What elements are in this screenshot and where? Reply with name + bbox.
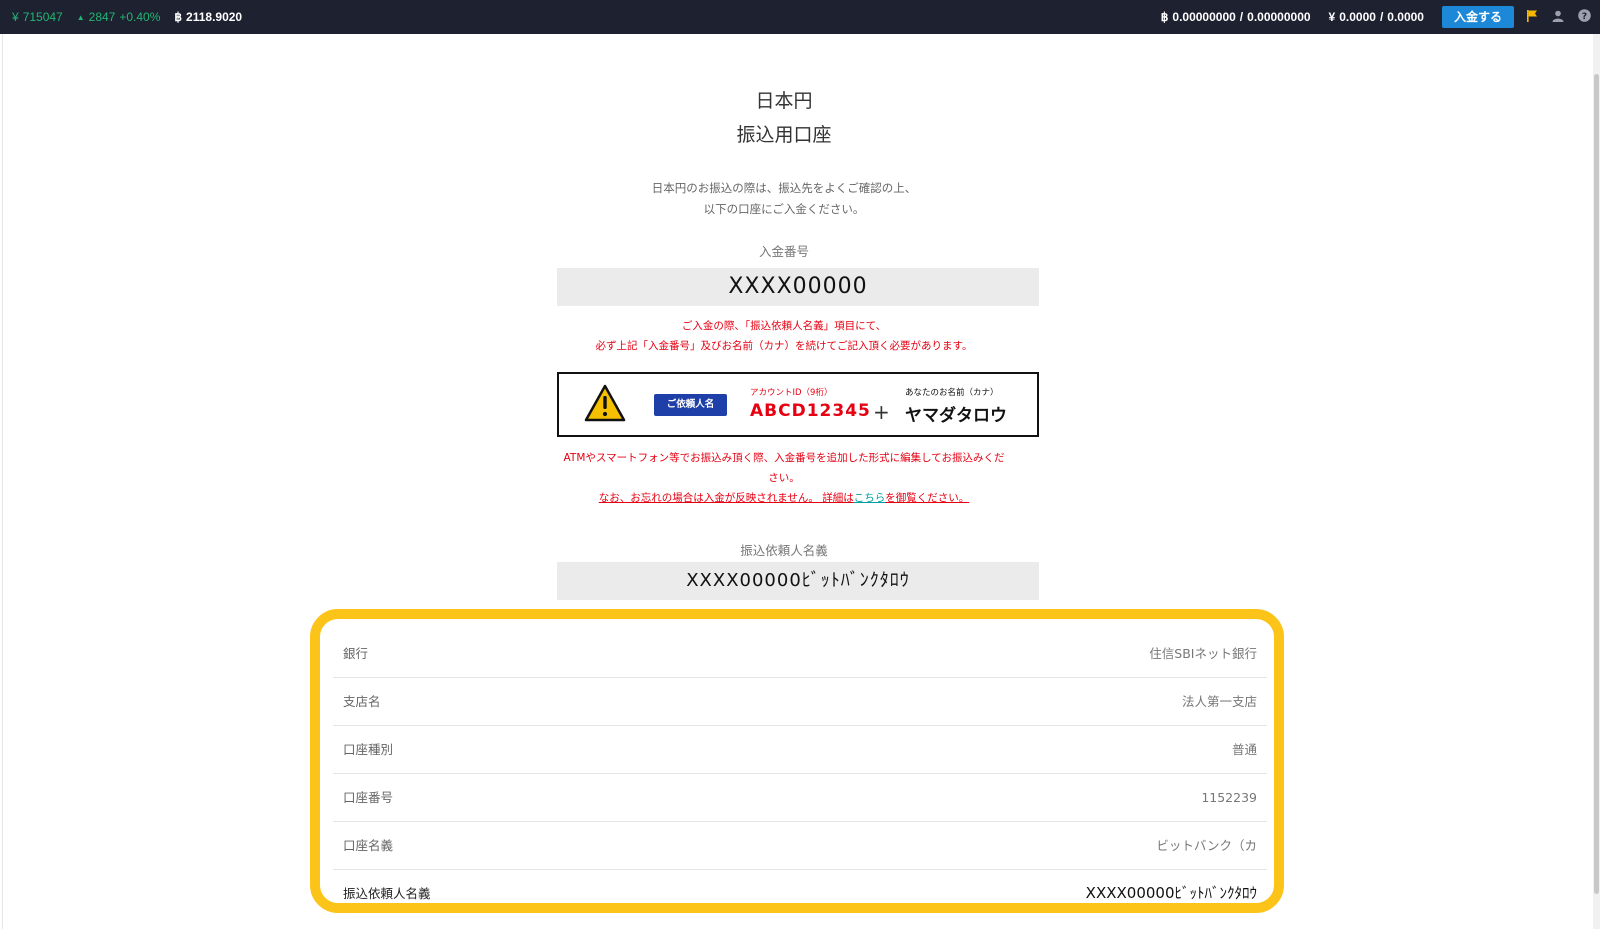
requester-row-value[interactable]: XXXX00000ﾋﾞｯﾄﾊﾞﾝｸﾀﾛｳ <box>1086 870 1257 917</box>
bank-label: 銀行 <box>343 646 369 661</box>
deposit-number-value[interactable]: XXXX00000 <box>557 268 1039 306</box>
warning-notice: ご入金の際、「振込依頼人名義」項目にて、 必ず上記「入金番号」及びお名前（カナ）… <box>0 316 1568 356</box>
change-percent: +0.40% <box>119 10 161 24</box>
bitcoin-icon: ฿ <box>174 10 183 24</box>
requester-name-label: 振込依頼人名義 <box>740 543 828 558</box>
jpy-price[interactable]: ¥ 715047 <box>12 10 63 24</box>
btc-volume: ฿ 2118.9020 <box>174 10 242 24</box>
account-holder-label: 口座名義 <box>343 838 394 853</box>
requester-name-badge: ご依頼人名 <box>654 394 727 416</box>
account-type-value[interactable]: 普通 <box>1232 726 1257 773</box>
page-title-currency: 日本円 <box>755 90 813 112</box>
scrollbar[interactable] <box>1593 34 1600 929</box>
jpy-balance: ¥ 0.0000 / 0.0000 <box>1329 10 1424 24</box>
table-row: 口座種別 普通 <box>333 726 1267 774</box>
intro-line: 以下の口座にご入金ください。 <box>703 202 865 216</box>
account-id-value: ABCD12345 <box>750 401 871 421</box>
plus-icon: + <box>873 400 890 424</box>
page-title: 振込用口座 <box>736 124 832 146</box>
ticker-group: ¥ 715047 ▲ 2847 +0.40% ฿ 2118.9020 <box>12 0 242 34</box>
atm-notice-detail-post: を御覧ください。 <box>885 492 970 504</box>
warning-line: 必ず上記「入金番号」及びお名前（カナ）を続けてご記入頂く必要があります。 <box>595 340 973 352</box>
account-number-label: 口座番号 <box>343 790 394 805</box>
yen-icon: ¥ <box>12 10 19 24</box>
kana-name-value: ヤマダタロウ <box>905 406 1007 426</box>
bank-info-table: 銀行 住信SBIネット銀行 支店名 法人第一支店 口座種別 普通 口座番号 11… <box>333 630 1267 917</box>
top-bar: ¥ 715047 ▲ 2847 +0.40% ฿ 2118.9020 ฿ 0.0… <box>0 0 1600 34</box>
btc-volume-value: 2118.9020 <box>186 10 243 24</box>
account-id-label: アカウントID（9桁） <box>750 388 833 398</box>
bank-value[interactable]: 住信SBIネット銀行 <box>1149 630 1257 677</box>
table-row: 口座番号 1152239 <box>333 774 1267 822</box>
intro-line: 日本円のお振込の際は、振込先をよくご確認の上、 <box>651 181 917 195</box>
table-row: 銀行 住信SBIネット銀行 <box>333 630 1267 678</box>
table-row: 支店名 法人第一支店 <box>333 678 1267 726</box>
btc-balance-value: 0.00000000 <box>1172 10 1236 24</box>
separator: / <box>1239 10 1244 24</box>
btc-balance: ฿ 0.00000000 / 0.00000000 <box>1161 10 1311 24</box>
requester-row-label: 振込依頼人名義 <box>343 886 431 901</box>
table-row: 振込依頼人名義 XXXX00000ﾋﾞｯﾄﾊﾞﾝｸﾀﾛｳ <box>333 870 1267 917</box>
account-type-label: 口座種別 <box>343 742 394 757</box>
branch-value[interactable]: 法人第一支店 <box>1182 678 1257 725</box>
jpy-balance-value: 0.0000 <box>1339 10 1376 24</box>
deposit-button[interactable]: 入金する <box>1441 6 1514 28</box>
btc-available-value: 0.00000000 <box>1247 10 1311 24</box>
warning-line: ご入金の際、「振込依頼人名義」項目にて、 <box>681 320 887 332</box>
warning-icon <box>584 384 626 426</box>
deposit-number-label: 入金番号 <box>758 244 809 259</box>
up-arrow-icon: ▲ <box>76 12 85 22</box>
atm-notice-detail: なお、お忘れの場合は入金が反映されません。 詳細はこちらを御覧ください。 <box>0 488 1568 508</box>
price-change: ▲ 2847 +0.40% <box>77 10 161 24</box>
jpy-available-value: 0.0000 <box>1387 10 1424 24</box>
yen-icon: ¥ <box>1328 10 1336 24</box>
requester-name-value[interactable]: XXXX00000ﾋﾞｯﾄﾊﾞﾝｸﾀﾛｳ <box>557 562 1039 600</box>
atm-notice: ATMやスマートフォン等でお振込み頂く際、入金番号を追加した形式に編集してお振込… <box>0 448 1568 508</box>
table-row: 口座名義 ビットバンク（カ <box>333 822 1267 870</box>
kana-name-label: あなたのお名前（カナ） <box>905 388 999 398</box>
flag-icon[interactable] <box>1524 9 1540 25</box>
account-holder-value[interactable]: ビットバンク（カ <box>1156 822 1257 869</box>
atm-notice-detail-pre: なお、お忘れの場合は入金が反映されません。 詳細は <box>598 492 854 504</box>
svg-text:?: ? <box>1581 12 1586 22</box>
change-amount: 2847 <box>88 10 116 24</box>
jpy-price-value: 715047 <box>22 10 63 24</box>
intro-text: 日本円のお振込の際は、振込先をよくご確認の上、 以下の口座にご入金ください。 <box>0 178 1568 220</box>
atm-notice-line: さい。 <box>768 472 800 484</box>
details-link[interactable]: こちら <box>854 492 886 504</box>
balance-group: ฿ 0.00000000 / 0.00000000 ¥ 0.0000 / 0.0… <box>1161 0 1592 34</box>
requester-name-example: ご依頼人名 アカウントID（9桁） ABCD12345 + あなたのお名前（カナ… <box>557 372 1039 437</box>
atm-notice-line: ATMやスマートフォン等でお振込み頂く際、入金番号を追加した形式に編集してお振込… <box>563 452 1005 464</box>
scrollbar-thumb[interactable] <box>1594 74 1599 894</box>
help-icon[interactable]: ? <box>1576 9 1592 25</box>
bitcoin-icon: ฿ <box>1160 10 1169 24</box>
account-number-value[interactable]: 1152239 <box>1201 774 1257 821</box>
separator: / <box>1379 10 1384 24</box>
user-icon[interactable] <box>1550 10 1566 25</box>
branch-label: 支店名 <box>343 694 381 709</box>
